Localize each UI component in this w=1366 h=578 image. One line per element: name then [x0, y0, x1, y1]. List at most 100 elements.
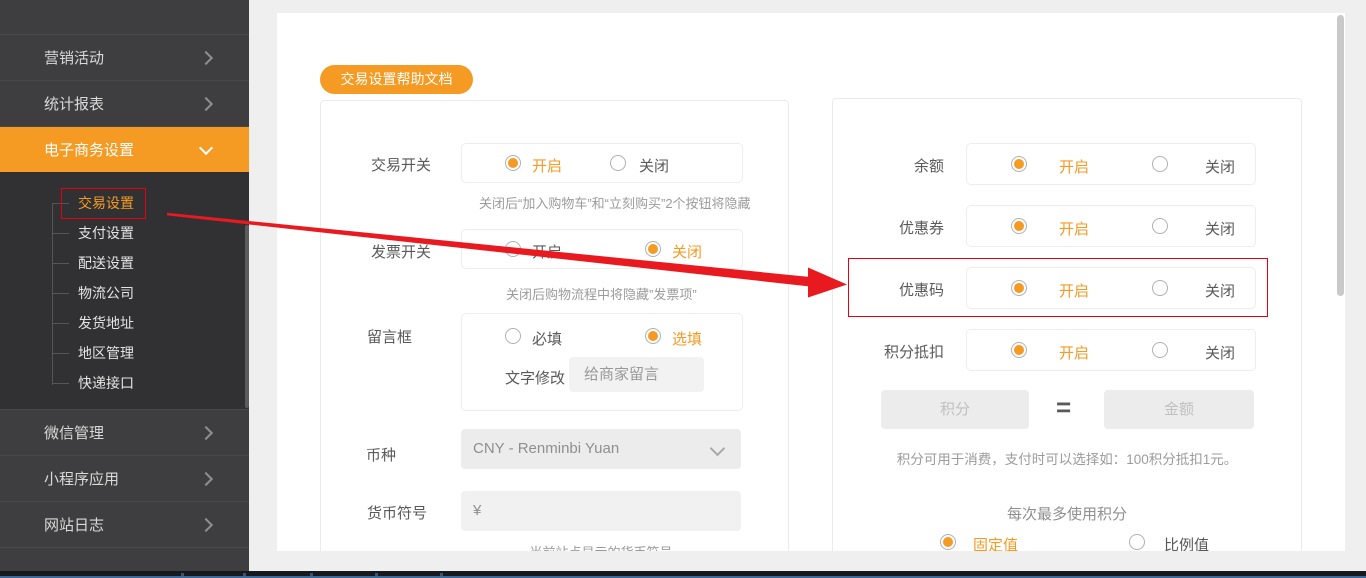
currency-select[interactable]: CNY - Renminbi Yuan — [461, 429, 741, 469]
promo-code-label: 优惠码 — [898, 282, 944, 299]
currency-select-value: CNY - Renminbi Yuan — [473, 440, 620, 457]
message-box-label: 留言框 — [367, 329, 413, 346]
promo-code-off-radio[interactable] — [1152, 280, 1168, 296]
coupon-off-radio[interactable] — [1152, 218, 1168, 234]
submenu-item-shipping-address[interactable]: 发货地址 — [0, 308, 249, 338]
points-deduct-group: 开启 关闭 — [966, 329, 1256, 371]
invoice-switch-off-radio[interactable] — [645, 241, 661, 257]
balance-group: 开启 关闭 — [966, 143, 1256, 185]
invoice-switch-helper: 关闭后购物流程中将隐藏”发票项” — [506, 287, 697, 302]
trade-switch-label: 交易开关 — [371, 157, 432, 174]
chevron-down-icon — [709, 440, 726, 457]
taskbar-strip — [0, 571, 1366, 578]
coupon-off-label[interactable]: 关闭 — [1205, 218, 1235, 239]
invoice-switch-group: 开启 关闭 — [461, 229, 743, 269]
message-text-input[interactable]: 给商家留言 — [569, 357, 704, 392]
chevron-right-icon — [198, 96, 214, 111]
balance-off-label[interactable]: 关闭 — [1205, 156, 1235, 177]
message-optional-radio[interactable] — [645, 328, 661, 344]
points-deduct-off-radio[interactable] — [1152, 342, 1168, 358]
ecommerce-submenu: 交易设置 支付设置 配送设置 物流公司 发货地址 地区管理 快递接口 — [0, 172, 249, 410]
ratio-value-radio[interactable] — [1129, 534, 1145, 550]
taskbar-segment — [310, 573, 313, 577]
balance-label: 余额 — [913, 158, 944, 175]
points-helper: 积分可用于消费，支付时可以选择如：100积分抵扣1元。 — [896, 452, 1238, 467]
message-required-radio[interactable] — [505, 328, 521, 344]
sidebar-header — [0, 0, 249, 35]
chevron-right-icon — [198, 517, 214, 532]
sidebar-item-marketing[interactable]: 营销活动 — [0, 35, 249, 81]
currency-symbol-input[interactable]: ¥ — [461, 491, 741, 531]
sidebar-item-site-log[interactable]: 网站日志 — [0, 502, 249, 548]
balance-off-radio[interactable] — [1152, 156, 1168, 172]
submenu-item-region-management[interactable]: 地区管理 — [0, 338, 249, 368]
sidebar-item-wechat[interactable]: 微信管理 — [0, 410, 249, 456]
sidebar-item-label: 统计报表 — [44, 96, 105, 113]
sidebar-item-label: 电子商务设置 — [44, 142, 135, 159]
submenu-item-trade-settings[interactable]: 交易设置 — [0, 188, 249, 218]
trade-switch-off-label[interactable]: 关闭 — [639, 155, 669, 176]
taskbar-segment — [440, 573, 443, 577]
invoice-switch-label: 发票开关 — [371, 244, 432, 261]
sidebar-item-label: 小程序应用 — [44, 471, 120, 488]
currency-label: 币种 — [366, 447, 397, 464]
message-box-group: 必填 选填 文字修改 给商家留言 — [461, 313, 743, 411]
taskbar-segment — [181, 573, 184, 577]
invoice-switch-on-label[interactable]: 开启 — [532, 241, 562, 262]
points-deduct-on-label[interactable]: 开启 — [1059, 342, 1089, 363]
fixed-value-label[interactable]: 固定值 — [973, 534, 1018, 551]
trade-settings-card: 交易开关 开启 关闭 关闭后“加入购物车”和“立刻购买”2个按钮将隐藏 发票开关… — [320, 100, 789, 551]
coupon-on-label[interactable]: 开启 — [1059, 218, 1089, 239]
trade-switch-group: 开启 关闭 — [461, 143, 743, 183]
submenu-item-logistics-company[interactable]: 物流公司 — [0, 278, 249, 308]
trade-switch-off-radio[interactable] — [610, 155, 626, 171]
points-input[interactable]: 积分 — [881, 390, 1029, 429]
content-panel: 交易设置帮助文档 交易开关 开启 关闭 关闭后“加入购物车”和“立刻购买”2个按… — [277, 13, 1345, 551]
currency-symbol-helper: 当前站点显示的货币符号 — [461, 542, 741, 551]
coupon-on-radio[interactable] — [1011, 218, 1027, 234]
equals-sign: = — [1056, 392, 1072, 422]
promo-code-off-label[interactable]: 关闭 — [1205, 280, 1235, 301]
message-optional-label[interactable]: 选填 — [672, 328, 702, 349]
sidebar: 营销活动 统计报表 电子商务设置 交易设置 支付设置 配送设置 物流公司 发货地… — [0, 0, 249, 578]
taskbar-segment — [375, 573, 378, 577]
sidebar-item-label: 营销活动 — [44, 50, 105, 67]
sidebar-item-label: 微信管理 — [44, 425, 105, 442]
promo-code-on-radio[interactable] — [1011, 280, 1027, 296]
invoice-switch-off-label[interactable]: 关闭 — [672, 241, 702, 262]
trade-switch-helper: 关闭后“加入购物车”和“立刻购买”2个按钮将隐藏 — [479, 196, 751, 211]
promo-code-on-label[interactable]: 开启 — [1059, 280, 1089, 301]
coupon-label: 优惠券 — [898, 220, 944, 237]
max-points-label: 每次最多使用积分 — [1006, 506, 1127, 523]
chevron-right-icon — [198, 50, 214, 65]
message-edit-label: 文字修改 — [505, 370, 566, 387]
currency-symbol-label: 货币符号 — [367, 505, 428, 522]
submenu-item-payment-settings[interactable]: 支付设置 — [0, 218, 249, 248]
trade-switch-on-radio[interactable] — [505, 155, 521, 171]
points-deduct-off-label[interactable]: 关闭 — [1205, 342, 1235, 363]
sidebar-item-miniprogram[interactable]: 小程序应用 — [0, 456, 249, 502]
invoice-switch-on-radio[interactable] — [505, 241, 521, 257]
ratio-value-label[interactable]: 比例值 — [1164, 534, 1209, 551]
panel-scrollbar-thumb[interactable] — [1337, 15, 1344, 296]
trade-switch-on-label[interactable]: 开启 — [532, 155, 562, 176]
points-deduct-label: 积分抵扣 — [883, 344, 944, 361]
submenu-item-delivery-settings[interactable]: 配送设置 — [0, 248, 249, 278]
balance-on-label[interactable]: 开启 — [1059, 156, 1089, 177]
balance-on-radio[interactable] — [1011, 156, 1027, 172]
fixed-value-radio[interactable] — [940, 534, 956, 550]
promo-settings-card: 余额 开启 关闭 优惠券 开启 关闭 优惠码 开启 关闭 积分抵扣 开启 关闭 … — [832, 98, 1302, 551]
sidebar-item-ecommerce-settings[interactable]: 电子商务设置 — [0, 127, 249, 172]
sidebar-item-reports[interactable]: 统计报表 — [0, 81, 249, 127]
chevron-right-icon — [198, 425, 214, 440]
points-deduct-on-radio[interactable] — [1011, 342, 1027, 358]
message-required-label[interactable]: 必填 — [532, 328, 562, 349]
coupon-group: 开启 关闭 — [966, 205, 1256, 247]
sidebar-scrollbar-thumb[interactable] — [245, 225, 249, 408]
promo-code-group: 开启 关闭 — [966, 267, 1256, 309]
trade-settings-help-button[interactable]: 交易设置帮助文档 — [320, 65, 473, 94]
chevron-down-icon — [198, 140, 214, 155]
sidebar-item-label: 网站日志 — [44, 517, 105, 534]
submenu-item-express-api[interactable]: 快递接口 — [0, 368, 249, 398]
amount-input[interactable]: 金额 — [1104, 390, 1254, 429]
